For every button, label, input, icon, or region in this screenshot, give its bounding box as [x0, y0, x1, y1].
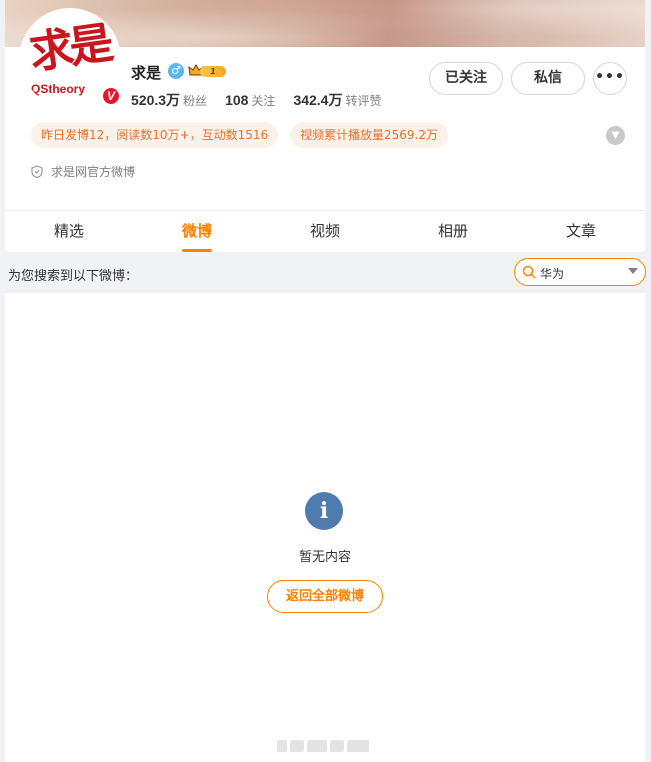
return-all-weibo-button[interactable]: 返回全部微博 — [267, 580, 383, 613]
message-button[interactable]: 私信 — [511, 62, 585, 95]
search-result-label: 为您搜索到以下微博： — [8, 269, 139, 284]
search-row: 为您搜索到以下微博： — [0, 253, 651, 293]
official-account-row: 求是网官方微博 — [31, 163, 135, 180]
official-label: 求是网官方微博 — [51, 165, 136, 179]
profile-tabs: 精选 微博 视频 相册 文章 — [5, 211, 645, 252]
following-count[interactable]: 108 — [225, 92, 248, 108]
dropdown-caret-icon[interactable] — [628, 268, 638, 274]
video-stats-pill[interactable]: 视频累计播放量2569.2万 — [290, 122, 448, 148]
followed-button[interactable]: 已关注 — [429, 62, 503, 95]
avatar-logo: 求是 — [26, 17, 113, 80]
tab-album[interactable]: 相册 — [389, 211, 517, 252]
gender-male-icon: ♂ — [168, 63, 184, 79]
profile-card: 求是 QStheory V 求是 ♂ 1 520.3万 粉丝 108 关注 34… — [5, 0, 645, 252]
tab-articles[interactable]: 文章 — [517, 211, 645, 252]
avatar-logo-text: QStheory — [31, 82, 86, 96]
tab-featured[interactable]: 精选 — [5, 211, 133, 252]
tab-weibo[interactable]: 微博 — [133, 211, 261, 252]
info-icon: i — [305, 492, 343, 530]
fans-count[interactable]: 520.3万 — [131, 90, 180, 110]
feed-content: i 暂无内容 返回全部微博 — [5, 293, 645, 762]
empty-message: 暂无内容 — [298, 550, 351, 565]
interactions-count: 342.4万 — [293, 92, 343, 108]
verified-badge-icon: V — [101, 86, 121, 106]
vip-crown-icon[interactable]: 1 — [188, 63, 226, 79]
search-box[interactable] — [514, 258, 646, 286]
shield-icon — [31, 165, 43, 178]
interactions-label: 转评赞 — [345, 94, 382, 108]
search-icon — [522, 265, 536, 279]
following-label: 关注 — [251, 94, 276, 108]
loading-placeholder — [277, 740, 373, 754]
search-input[interactable] — [540, 263, 620, 283]
tab-video[interactable]: 视频 — [261, 211, 389, 252]
daily-stats-pill[interactable]: 昨日发博12，阅读数10万+，互动数1516 — [31, 122, 279, 148]
profile-name: 求是 — [131, 64, 162, 82]
fans-label: 粉丝 — [183, 94, 208, 108]
more-button[interactable]: ••• — [593, 62, 627, 95]
vip-level: 1 — [200, 66, 226, 77]
chevron-down-icon[interactable]: ▼ — [606, 126, 625, 145]
profile-stats: 520.3万 粉丝 108 关注 342.4万 转评赞 — [131, 90, 400, 110]
